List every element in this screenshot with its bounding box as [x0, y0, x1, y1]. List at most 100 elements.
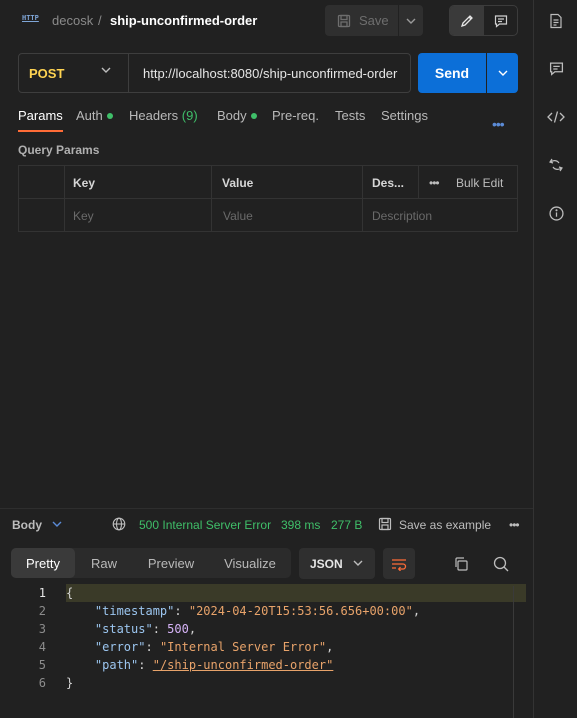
tab-label: Body: [217, 108, 247, 123]
url-input[interactable]: [130, 54, 410, 92]
method-select[interactable]: POST: [19, 54, 129, 92]
code-line: 4 "error": "Internal Server Error",: [0, 638, 533, 656]
send-button[interactable]: Send: [418, 53, 486, 93]
param-value-input[interactable]: Value: [223, 199, 253, 232]
related-collections-icon[interactable]: [548, 157, 564, 173]
tab-label: Headers: [129, 108, 179, 123]
save-options-button[interactable]: [399, 5, 423, 36]
tab-preview[interactable]: Preview: [137, 548, 205, 578]
status-dot: [250, 112, 257, 119]
code-snippet-icon[interactable]: [547, 109, 565, 125]
wrap-lines-icon: [392, 558, 407, 571]
response-more-icon[interactable]: •••: [509, 518, 520, 532]
tab-label: Auth: [76, 108, 103, 123]
pane-divider[interactable]: [0, 508, 533, 509]
breadcrumb-workspace[interactable]: decosk: [52, 13, 93, 28]
more-tabs-icon[interactable]: •••: [492, 116, 505, 132]
response-status[interactable]: 500 Internal Server Error: [139, 518, 271, 532]
search-icon[interactable]: [493, 556, 509, 572]
param-key-input[interactable]: Key: [73, 199, 94, 232]
chevron-down-icon[interactable]: [52, 521, 62, 527]
breadcrumb-separator: /: [98, 13, 102, 28]
column-header-description: Des...: [372, 175, 405, 190]
documentation-icon[interactable]: [548, 13, 564, 29]
comments-button[interactable]: [484, 6, 518, 35]
json-key: "status": [94, 622, 153, 636]
tab-label: Tests: [335, 108, 366, 123]
bulk-edit-button[interactable]: Bulk Edit: [456, 166, 503, 199]
line-number: 6: [38, 676, 46, 690]
tab-auth[interactable]: Auth: [76, 108, 113, 123]
line-number: 4: [38, 640, 46, 654]
json-brace: }: [66, 676, 74, 690]
response-bar: Body 500 Internal Server Error 398 ms 27…: [0, 514, 533, 536]
format-select[interactable]: JSON: [299, 548, 375, 579]
tab-tests[interactable]: Tests: [335, 108, 365, 123]
json-link-value[interactable]: "/ship-unconfirmed-order": [153, 658, 334, 672]
code-line: 1 {: [0, 584, 533, 602]
chevron-down-icon: [406, 18, 416, 24]
url-bar: POST: [18, 53, 411, 93]
response-format-tabs: Pretty Raw Preview Visualize: [11, 548, 291, 578]
info-icon[interactable]: [548, 205, 564, 221]
request-header: HTTP decosk / ship-unconfirmed-order Sav…: [0, 0, 533, 42]
code-line: 2 "timestamp": "2024-04-20T15:53:56.656+…: [0, 602, 533, 620]
json-key: "error": [94, 640, 146, 654]
tab-params[interactable]: Params: [18, 108, 63, 132]
headers-count: (9): [181, 108, 198, 123]
send-options-button[interactable]: [487, 53, 518, 93]
comment-icon: [494, 14, 508, 28]
query-params-title: Query Params: [18, 143, 100, 157]
method-label: POST: [29, 65, 65, 81]
status-dot: [106, 112, 113, 119]
tab-pretty[interactable]: Pretty: [11, 548, 75, 578]
tab-raw[interactable]: Raw: [81, 548, 127, 578]
globe-icon[interactable]: [112, 517, 126, 531]
tab-label: Params: [18, 108, 63, 123]
tab-headers[interactable]: Headers (9): [129, 108, 198, 123]
wrap-lines-button[interactable]: [383, 548, 415, 579]
code-line: 6 }: [0, 674, 533, 692]
tab-visualize[interactable]: Visualize: [213, 548, 287, 578]
json-key: "path": [94, 658, 139, 672]
line-number: 5: [38, 658, 46, 672]
column-header-key: Key: [73, 175, 96, 190]
response-body-label[interactable]: Body: [12, 518, 42, 532]
line-number: 2: [38, 604, 46, 618]
param-description-input[interactable]: Description: [372, 199, 432, 232]
save-as-example-button[interactable]: Save as example: [399, 518, 491, 532]
tab-label: Settings: [381, 108, 428, 123]
copy-icon[interactable]: [453, 556, 469, 572]
json-brace: {: [66, 586, 74, 600]
line-number: 3: [38, 622, 46, 636]
format-label: JSON: [310, 556, 343, 571]
json-value: 500: [167, 622, 189, 636]
request-panel: HTTP decosk / ship-unconfirmed-order Sav…: [0, 0, 533, 718]
code-line: 5 "path": "/ship-unconfirmed-order": [0, 656, 533, 674]
tab-settings[interactable]: Settings: [381, 108, 428, 123]
column-header-value: Value: [222, 175, 254, 190]
save-label: Save: [359, 13, 389, 28]
comment-icon[interactable]: [548, 60, 564, 76]
editor-scrollbar[interactable]: [513, 586, 514, 718]
edit-button[interactable]: [450, 6, 484, 35]
http-request-icon: HTTP: [22, 14, 39, 22]
json-value: "2024-04-20T15:53:56.656+00:00": [188, 604, 413, 618]
save-icon: [337, 14, 351, 27]
request-title[interactable]: ship-unconfirmed-order: [110, 13, 257, 28]
tab-label: Pre-req.: [272, 108, 319, 123]
table-row: Key Value Description: [19, 199, 517, 232]
right-sidebar: [533, 0, 577, 718]
code-line: 3 "status": 500,: [0, 620, 533, 638]
chevron-down-icon: [353, 560, 363, 566]
tab-body[interactable]: Body: [217, 108, 257, 123]
pencil-icon: [460, 14, 473, 27]
column-options-icon[interactable]: •••: [429, 166, 440, 199]
chevron-down-icon: [101, 67, 111, 73]
save-icon: [378, 517, 392, 531]
response-time[interactable]: 398 ms: [281, 518, 320, 532]
edit-comment-group: [449, 5, 518, 36]
tab-pre-request[interactable]: Pre-req.: [272, 108, 319, 123]
save-button[interactable]: Save: [325, 5, 398, 36]
response-size[interactable]: 277 B: [331, 518, 362, 532]
